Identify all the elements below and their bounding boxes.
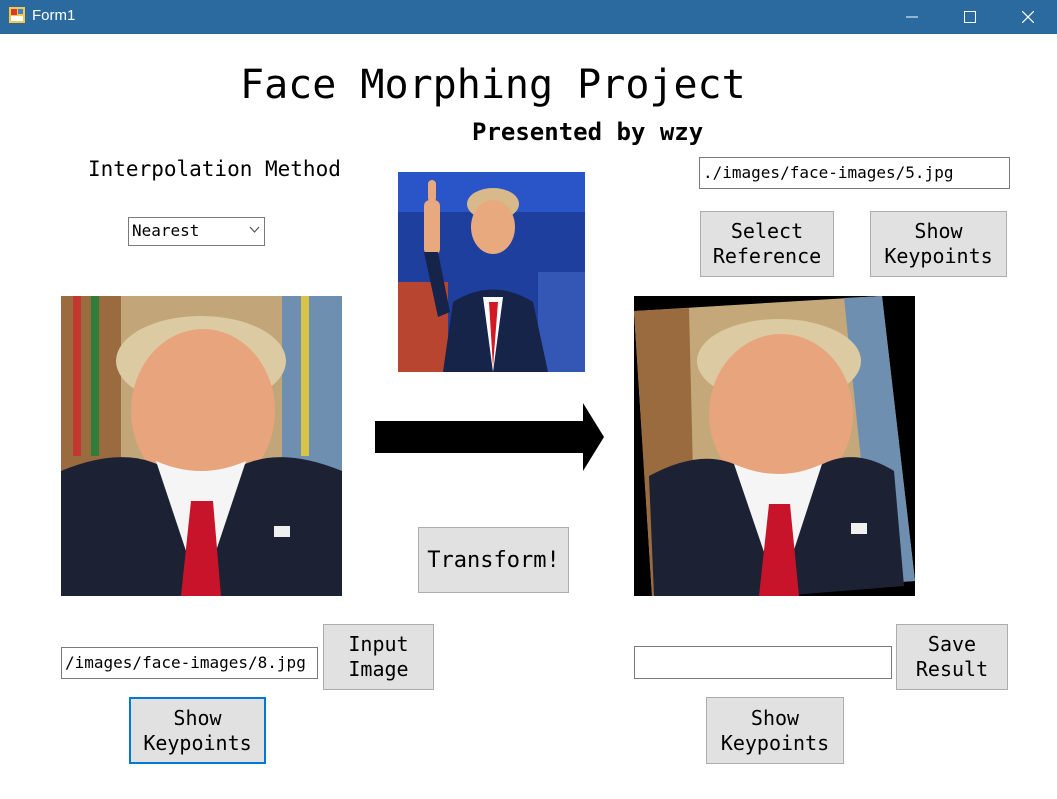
maximize-button[interactable] [941,0,999,34]
window-title: Form1 [32,7,76,24]
input-image-button[interactable]: Input Image [323,624,434,690]
select-reference-button[interactable]: Select Reference [700,211,834,277]
close-button[interactable] [999,0,1057,34]
arrow-right-icon [375,403,604,471]
interpolation-select[interactable]: Nearest [128,217,265,246]
reference-show-keypoints-button[interactable]: Show Keypoints [870,211,1007,277]
minimize-button[interactable] [883,0,941,34]
input-path-field[interactable]: /images/face-images/8.jpg [61,647,318,679]
close-icon [1022,11,1034,23]
chevron-down-icon [249,226,260,233]
page-subtitle: Presented by wzy [472,118,704,146]
output-path-field[interactable] [634,646,892,679]
interpolation-selected-value: Nearest [132,221,200,240]
app-icon [9,7,25,23]
output-image [634,296,915,596]
interpolation-label: Interpolation Method [88,157,341,181]
input-show-keypoints-button[interactable]: Show Keypoints [129,697,266,764]
minimize-icon [906,16,918,18]
reference-image [398,172,585,372]
page-title: Face Morphing Project [240,62,746,108]
save-result-button[interactable]: Save Result [896,624,1008,690]
output-show-keypoints-button[interactable]: Show Keypoints [706,697,844,764]
title-bar: Form1 [0,0,1057,34]
input-image [61,296,342,596]
maximize-icon [964,11,976,23]
transform-button[interactable]: Transform! [418,527,569,593]
reference-path-field[interactable]: ./images/face-images/5.jpg [699,157,1010,189]
